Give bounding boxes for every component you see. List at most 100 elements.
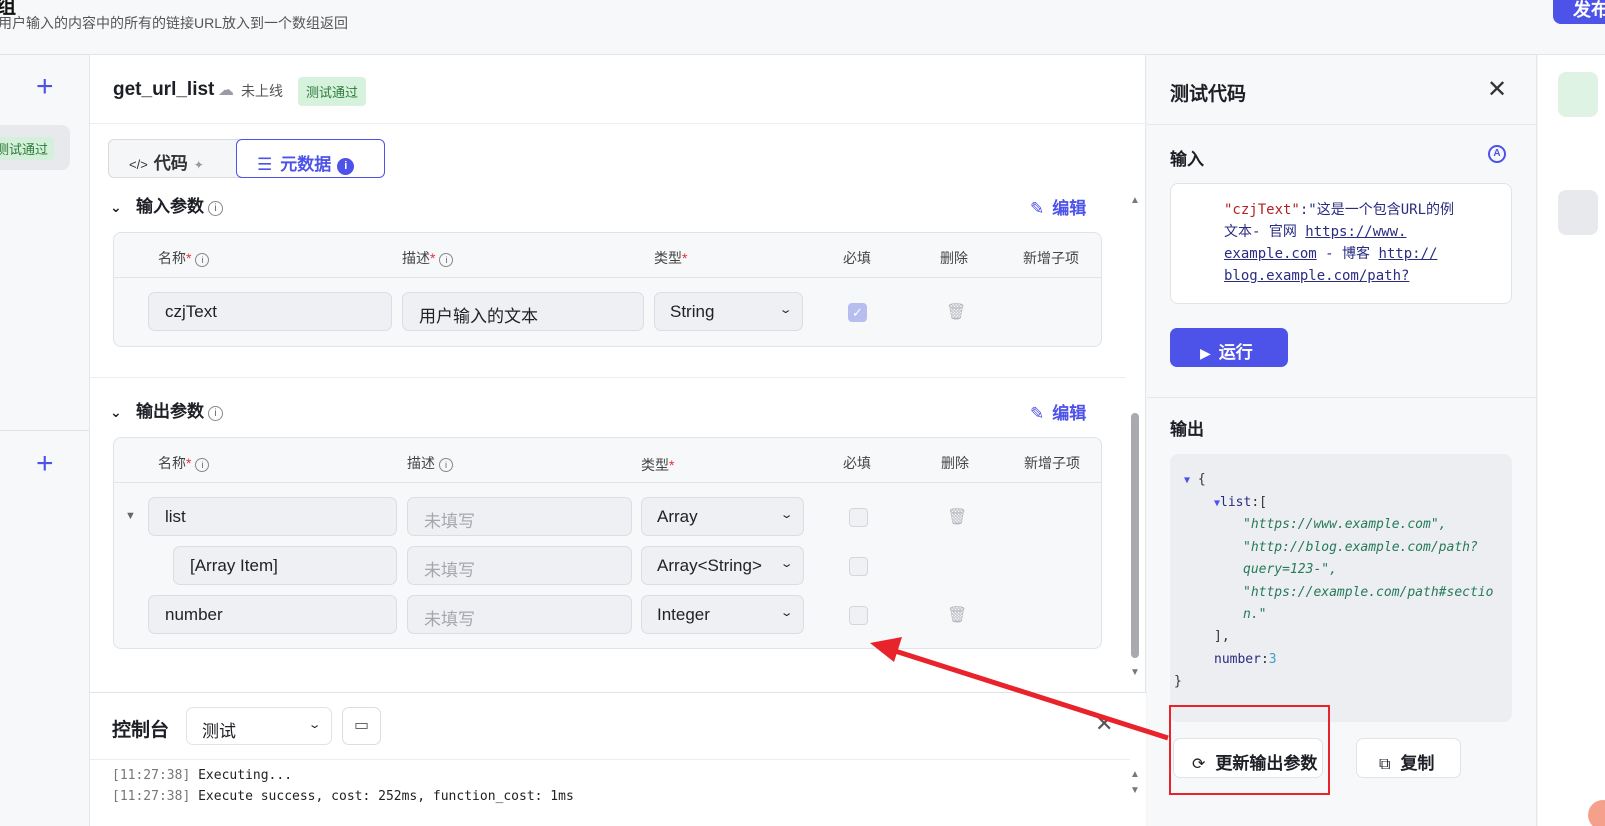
divider — [0, 430, 90, 431]
param-type-select[interactable]: Array<String> ⌄ — [641, 546, 804, 585]
status-text: 未上线 — [241, 83, 283, 99]
clear-console-icon[interactable]: ▭ — [342, 707, 381, 745]
ai-generate-icon[interactable]: A — [1488, 145, 1506, 163]
close-icon[interactable]: ✕ — [1487, 75, 1507, 104]
close-icon[interactable]: ✕ — [1095, 711, 1113, 737]
param-desc-input[interactable]: 用户输入的文本 — [402, 292, 644, 331]
sparkle-icon: ✦ — [193, 158, 204, 172]
page-subtitle: 用户输入的内容中的所有的链接URL放入到一个数组返回 — [0, 15, 349, 31]
console-panel: 控制台 测试 ⌄ ▭ ✕ [11:27:38] Executing... [11:… — [90, 692, 1146, 826]
input-label: 输入 — [1170, 150, 1204, 169]
chevron-down-icon: ⌄ — [307, 719, 322, 731]
output-params-header[interactable]: ⌄ 输出参数 i — [110, 397, 223, 422]
cloud-icon: ☁ — [218, 82, 234, 99]
column-header-name: 名称* i — [158, 248, 210, 268]
edit-icon: ✎ — [1030, 404, 1045, 423]
input-params-header[interactable]: ⌄ 输入参数 i — [110, 192, 223, 217]
console-title: 控制台 — [112, 720, 170, 741]
info-icon: i — [337, 158, 355, 175]
required-checkbox[interactable] — [849, 606, 868, 625]
divider — [90, 377, 1126, 378]
column-header-name: 名称* i — [158, 453, 210, 473]
copy-icon: ⧉ — [1379, 756, 1391, 773]
column-header-delete: 删除 — [940, 250, 968, 266]
sliders-icon: ☰ — [257, 155, 273, 174]
scrollbar[interactable]: ▲ ▼ — [1130, 195, 1141, 690]
test-output-viewer: ▼ { ▼list:[ "https://www.example.com", "… — [1170, 454, 1512, 722]
log-line: [11:27:38] Executing... — [112, 768, 293, 783]
collapse-triangle-icon: ▼ — [1184, 475, 1191, 486]
left-rail: + 测试通过 + — [0, 55, 90, 826]
column-header-type: 类型* — [641, 457, 675, 473]
expand-triangle-icon[interactable]: ▼ — [125, 510, 136, 522]
main-editor: get_url_list ☁ 未上线 测试通过 </> 代码 ✦ ☰ 元数据 i ⌄ 输入… — [90, 55, 1146, 692]
param-name-input[interactable]: list — [148, 497, 397, 536]
info-icon: i — [208, 406, 223, 421]
column-header-add-child: 新增子项 — [1024, 455, 1080, 471]
output-params-table: 名称* i 描述 i 类型* 必填 删除 新增子项 ▼ list 未填写 Array… — [113, 437, 1102, 649]
tool-name: get_url_list — [113, 79, 215, 100]
column-header-add-child: 新增子项 — [1023, 250, 1079, 266]
trash-icon[interactable]: 🗑 — [947, 605, 967, 625]
scroll-up-icon[interactable]: ▲ — [1130, 195, 1140, 206]
trash-icon[interactable]: 🗑 — [946, 302, 966, 322]
panel-title: 测试代码 — [1170, 84, 1247, 105]
log-line: [11:27:38] Execute success, cost: 252ms,… — [112, 789, 574, 804]
chevron-down-icon: ⌄ — [110, 199, 122, 215]
play-icon: ▶ — [1200, 345, 1211, 361]
output-label: 输出 — [1170, 420, 1204, 439]
top-bar: 组 用户输入的内容中的所有的链接URL放入到一个数组返回 发布 — [0, 0, 1605, 55]
column-header-desc: 描述* i — [402, 248, 454, 268]
param-type-select[interactable]: Integer ⌄ — [641, 595, 804, 634]
right-sidebar — [1538, 55, 1605, 826]
sidebar-tile[interactable] — [1558, 190, 1598, 235]
param-desc-input[interactable]: 未填写 — [407, 595, 632, 634]
required-checkbox[interactable] — [849, 508, 868, 527]
edit-icon: ✎ — [1030, 199, 1045, 218]
tab-metadata[interactable]: ☰ 元数据 i — [236, 139, 385, 178]
chevron-down-icon: ⌄ — [779, 558, 794, 570]
avatar[interactable] — [1588, 800, 1605, 826]
param-name-input[interactable]: [Array Item] — [173, 546, 397, 585]
trash-icon[interactable]: 🗑 — [947, 507, 967, 527]
column-header-desc: 描述 i — [407, 453, 453, 473]
param-type-select[interactable]: String ⌄ — [654, 292, 803, 331]
scroll-down-icon[interactable]: ▼ — [1130, 667, 1140, 678]
required-checkbox[interactable] — [849, 557, 868, 576]
tool-header: get_url_list ☁ 未上线 测试通过 — [90, 55, 1146, 124]
sidebar-tile[interactable] — [1558, 72, 1598, 117]
run-button[interactable]: ▶ 运行 — [1170, 328, 1288, 367]
annotation-highlight-box — [1169, 705, 1330, 795]
view-tabs: </> 代码 ✦ ☰ 元数据 i — [108, 139, 385, 178]
tab-code[interactable]: </> 代码 ✦ — [109, 140, 236, 177]
copy-button[interactable]: ⧉ 复制 — [1356, 738, 1461, 778]
param-type-select[interactable]: Array ⌄ — [641, 497, 804, 536]
param-desc-input[interactable]: 未填写 — [407, 497, 632, 536]
param-name-input[interactable]: number — [148, 595, 397, 634]
param-desc-input[interactable]: 未填写 — [407, 546, 632, 585]
status-badge: 测试通过 — [0, 137, 55, 160]
input-params-table: 名称* i 描述* i 类型* 必填 删除 新增子项 czjText 用户输入的文本… — [113, 232, 1102, 347]
column-header-required: 必填 — [843, 250, 871, 266]
param-name-input[interactable]: czjText — [148, 292, 392, 331]
test-input-editor[interactable]: "czjText":"这是一个包含URL的例 文本- 官网 https://ww… — [1170, 183, 1512, 304]
info-icon: i — [208, 201, 223, 216]
code-icon: </> — [129, 157, 148, 172]
tool-list-item[interactable]: 测试通过 — [0, 125, 70, 170]
column-header-required: 必填 — [843, 455, 871, 471]
chevron-down-icon: ⌄ — [110, 404, 122, 420]
edit-input-params-button[interactable]: ✎ 编辑 — [1030, 194, 1086, 219]
chevron-down-icon: ⌄ — [778, 304, 793, 316]
edit-output-params-button[interactable]: ✎ 编辑 — [1030, 399, 1086, 424]
column-header-type: 类型* — [654, 250, 688, 266]
scrollbar[interactable]: ▲ ▼ — [1130, 767, 1140, 799]
required-checkbox[interactable]: ✓ — [848, 303, 867, 322]
add-icon[interactable]: + — [36, 72, 54, 102]
publish-button[interactable]: 发布 — [1553, 0, 1605, 24]
console-mode-select[interactable]: 测试 ⌄ — [186, 707, 332, 745]
chevron-down-icon: ⌄ — [779, 607, 794, 619]
add-icon[interactable]: + — [36, 449, 54, 479]
test-status-badge: 测试通过 — [298, 77, 367, 106]
scrollbar-thumb[interactable] — [1131, 413, 1139, 658]
chevron-down-icon: ⌄ — [779, 509, 794, 521]
